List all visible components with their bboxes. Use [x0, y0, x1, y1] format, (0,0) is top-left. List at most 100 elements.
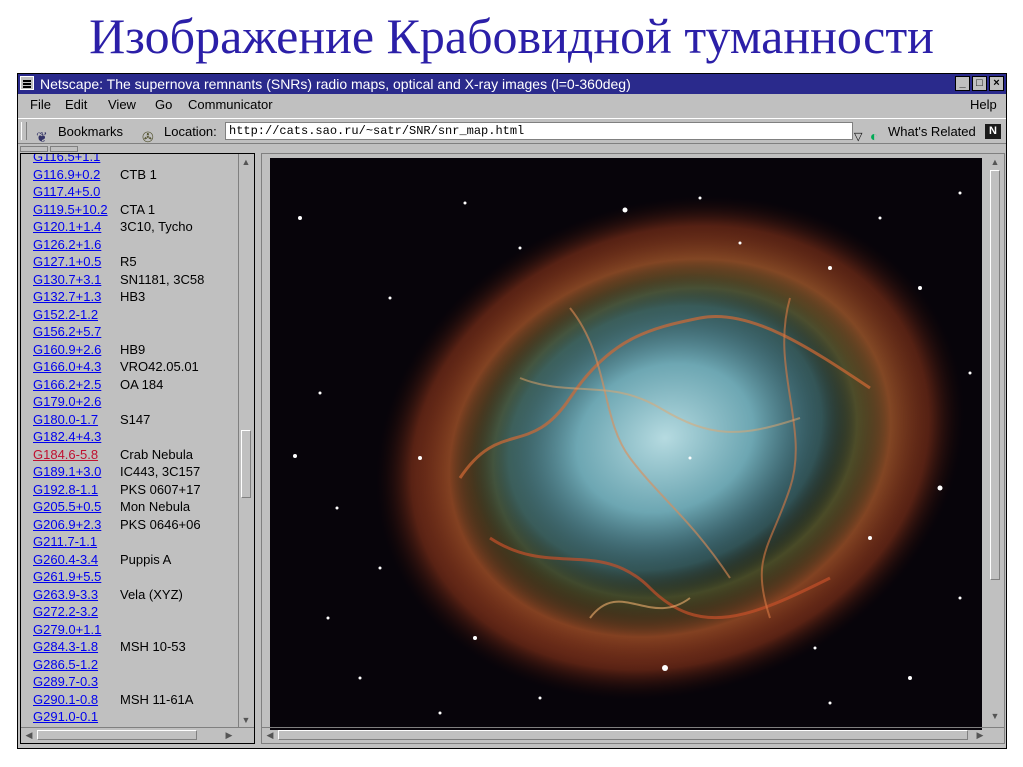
- netscape-logo-icon[interactable]: N: [985, 124, 1001, 139]
- menu-bar: File Edit View Go Communicator Help: [18, 94, 1006, 116]
- snr-link[interactable]: G116.5+1.1: [33, 154, 120, 166]
- snr-name: CTB 1: [120, 166, 157, 182]
- scroll-down-icon[interactable]: ▼: [240, 714, 252, 726]
- snr-link[interactable]: G272.2-3.2: [33, 603, 120, 621]
- snr-link[interactable]: G211.7-1.1: [33, 533, 120, 551]
- maximize-button[interactable]: □: [972, 76, 987, 91]
- right-horizontal-scrollbar[interactable]: ◀ ▶: [262, 727, 1004, 743]
- whats-related-button[interactable]: What's Related: [888, 119, 976, 145]
- snr-link[interactable]: G284.3-1.8: [33, 638, 120, 656]
- slide-title: Изображение Крабовидной туманности: [89, 8, 934, 64]
- snr-link[interactable]: G261.9+5.5: [33, 568, 120, 586]
- snr-link[interactable]: G291.0-0.1: [33, 708, 120, 726]
- list-item: G279.0+1.1: [33, 621, 120, 639]
- menu-edit[interactable]: Edit: [65, 94, 87, 116]
- snr-link[interactable]: G179.0+2.6: [33, 393, 120, 411]
- menu-communicator[interactable]: Communicator: [188, 94, 273, 116]
- snr-list-frame: G116.5+1.1 G116.9+0.2 CTB 1 G117.4+5.0 G119.…: [20, 153, 255, 744]
- menu-go[interactable]: Go: [155, 94, 172, 116]
- snr-link[interactable]: G263.9-3.3: [33, 586, 120, 604]
- snr-link[interactable]: G260.4-3.4: [33, 551, 120, 569]
- snr-link[interactable]: G119.5+10.2: [33, 201, 120, 219]
- list-item: G291.0-0.1: [33, 708, 120, 726]
- snr-link[interactable]: G166.0+4.3: [33, 358, 120, 376]
- menu-help[interactable]: Help: [970, 94, 997, 116]
- minimize-button[interactable]: _: [955, 76, 970, 91]
- snr-link[interactable]: G205.5+0.5: [33, 498, 120, 516]
- snr-link[interactable]: G116.9+0.2: [33, 166, 120, 184]
- scroll-right-icon[interactable]: ▶: [223, 729, 235, 741]
- snr-link[interactable]: G166.2+2.5: [33, 376, 120, 394]
- snr-link[interactable]: G286.5-1.2: [33, 656, 120, 674]
- snr-link[interactable]: G206.9+2.3: [33, 516, 120, 534]
- snr-link[interactable]: G152.2-1.2: [33, 306, 120, 324]
- list-item: G261.9+5.5: [33, 568, 120, 586]
- snr-link[interactable]: G126.2+1.6: [33, 236, 120, 254]
- scroll-left-icon[interactable]: ◀: [23, 729, 35, 741]
- list-item: G117.4+5.0: [33, 183, 120, 201]
- menu-view[interactable]: View: [108, 94, 136, 116]
- crab-nebula-image: [270, 158, 982, 730]
- left-horizontal-scrollbar[interactable]: ◀ ▶: [21, 727, 254, 743]
- list-item: G192.8-1.1 PKS 0607+17: [33, 481, 201, 499]
- snr-name: PKS 0646+06: [120, 516, 201, 532]
- snr-link[interactable]: G117.4+5.0: [33, 183, 120, 201]
- snr-link[interactable]: G180.0-1.7: [33, 411, 120, 429]
- snr-link[interactable]: G127.1+0.5: [33, 253, 120, 271]
- snr-link[interactable]: G279.0+1.1: [33, 621, 120, 639]
- snr-name: OA 184: [120, 376, 164, 392]
- scroll-thumb[interactable]: [241, 430, 251, 498]
- image-scroll-down-icon[interactable]: ▼: [989, 710, 1001, 722]
- snr-link[interactable]: G189.1+3.0: [33, 463, 120, 481]
- location-toolbar: ❦ Bookmarks ✇ Location: http://cats.sao.…: [18, 118, 1006, 145]
- list-item: G160.9+2.6 HB9: [33, 341, 145, 359]
- list-item: G179.0+2.6: [33, 393, 120, 411]
- list-item: G205.5+0.5 Mon Nebula: [33, 498, 190, 516]
- toolbar-grip[interactable]: [21, 122, 27, 140]
- list-item: G116.9+0.2 CTB 1: [33, 166, 157, 184]
- snr-name: MSH 11-61A: [120, 691, 194, 707]
- snr-link[interactable]: G160.9+2.6: [33, 341, 120, 359]
- list-item: G290.1-0.8 MSH 11-61A: [33, 691, 193, 709]
- list-item: G166.0+4.3 VRO42.05.01: [33, 358, 199, 376]
- snr-name: Vela (XYZ): [120, 586, 183, 602]
- image-scroll-left-icon[interactable]: ◀: [264, 729, 276, 741]
- collapsed-toolbar-tabs[interactable]: [20, 146, 120, 152]
- snr-link[interactable]: G132.7+1.3: [33, 288, 120, 306]
- snr-link[interactable]: G290.1-0.8: [33, 691, 120, 709]
- list-item: G127.1+0.5 R5: [33, 253, 137, 271]
- menu-file[interactable]: File: [30, 94, 51, 116]
- snr-link[interactable]: G120.1+1.4: [33, 218, 120, 236]
- list-item: G263.9-3.3 Vela (XYZ): [33, 586, 183, 604]
- snr-link[interactable]: G289.7-0.3: [33, 673, 120, 691]
- list-item: G116.5+1.1: [33, 154, 120, 166]
- snr-name: Mon Nebula: [120, 499, 191, 514]
- location-icon[interactable]: ✇: [142, 124, 154, 150]
- list-item: G260.4-3.4 Puppis A: [33, 551, 171, 569]
- bookmarks-button[interactable]: Bookmarks: [58, 119, 123, 145]
- image-hscroll-thumb[interactable]: [278, 730, 968, 740]
- whats-related-icon[interactable]: ◐: [870, 123, 878, 149]
- snr-name: Puppis A: [120, 551, 172, 567]
- window-menu-icon[interactable]: [20, 76, 34, 90]
- title-bar[interactable]: Netscape: The supernova remnants (SNRs) …: [18, 74, 1006, 94]
- window-title: Netscape: The supernova remnants (SNRs) …: [40, 76, 631, 92]
- scroll-up-icon[interactable]: ▲: [240, 156, 252, 168]
- snr-link[interactable]: G156.2+5.7: [33, 323, 120, 341]
- url-dropdown-icon[interactable]: ▽: [854, 124, 862, 150]
- right-vertical-scrollbar[interactable]: ▲ ▼: [988, 154, 1004, 728]
- snr-name: IC443, 3C157: [120, 464, 201, 479]
- snr-link[interactable]: G130.7+3.1: [33, 271, 120, 289]
- image-scroll-right-icon[interactable]: ▶: [974, 729, 986, 741]
- image-scroll-up-icon[interactable]: ▲: [989, 156, 1001, 168]
- list-item: G152.2-1.2: [33, 306, 120, 324]
- snr-name: R5: [120, 254, 137, 269]
- image-scroll-thumb[interactable]: [990, 170, 1000, 580]
- left-vertical-scrollbar[interactable]: ▲ ▼: [238, 154, 254, 728]
- hscroll-thumb[interactable]: [37, 730, 197, 740]
- snr-link[interactable]: G184.6-5.8: [33, 446, 120, 464]
- snr-link[interactable]: G192.8-1.1: [33, 481, 120, 499]
- url-input[interactable]: http://cats.sao.ru/~satr/SNR/snr_map.htm…: [225, 122, 853, 140]
- close-button[interactable]: ×: [989, 76, 1004, 91]
- snr-link[interactable]: G182.4+4.3: [33, 428, 120, 446]
